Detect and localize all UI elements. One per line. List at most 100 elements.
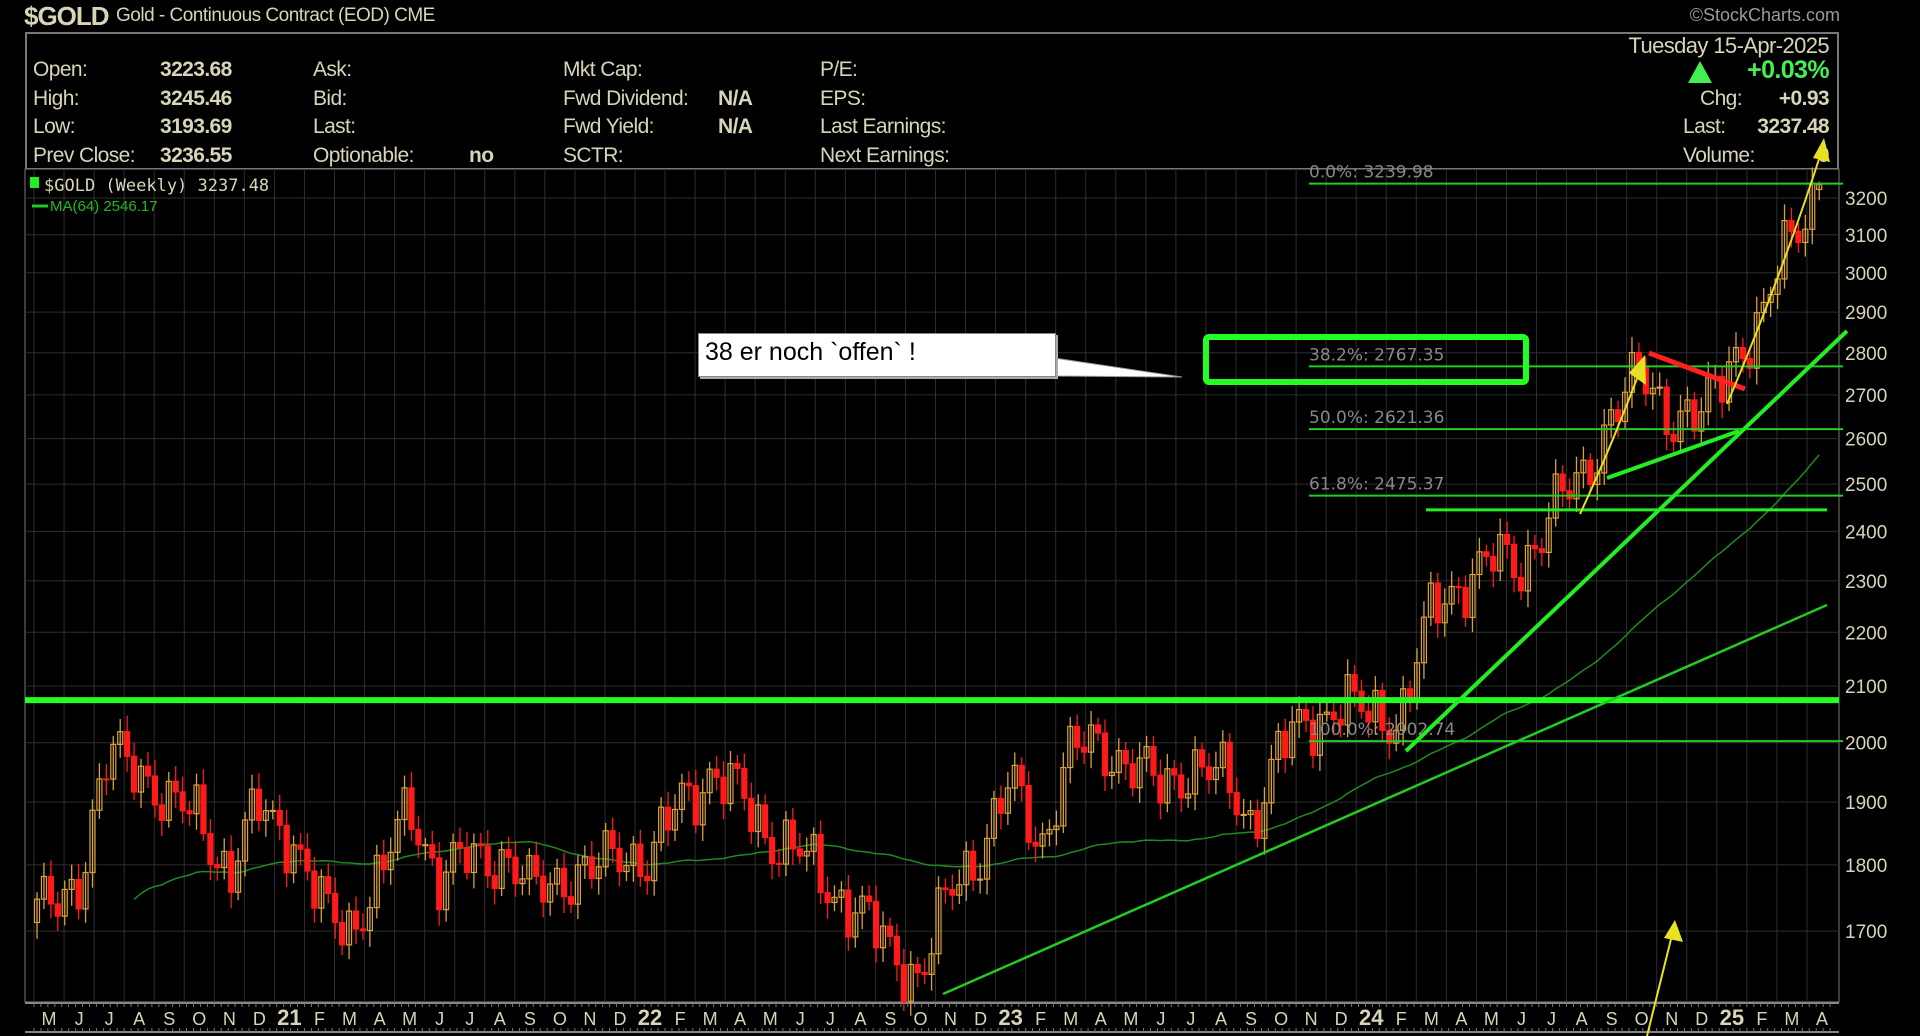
candle-down xyxy=(276,809,283,826)
candle-down xyxy=(720,776,727,805)
candle-down xyxy=(1122,750,1129,765)
candle-down xyxy=(1504,533,1511,545)
candle-down xyxy=(54,903,61,917)
candle-down xyxy=(1282,730,1289,759)
candle-down xyxy=(505,849,512,858)
x-tick-label: F xyxy=(1756,1009,1767,1029)
fib-label: 50.0%: 2621.36 xyxy=(1309,408,1444,428)
x-tick-label: A xyxy=(133,1009,145,1029)
candle-down xyxy=(339,921,346,946)
candle-down xyxy=(103,778,110,781)
candle-down xyxy=(158,804,165,821)
candle-down xyxy=(1517,576,1525,592)
candle-down xyxy=(200,784,207,835)
candle-down xyxy=(1538,548,1545,553)
candle-down xyxy=(228,850,235,893)
x-tick-label: S xyxy=(524,1009,536,1029)
candle-down xyxy=(1171,768,1178,776)
candle-down xyxy=(325,876,332,895)
candle-down xyxy=(415,828,422,846)
x-tick-label: S xyxy=(1245,1009,1257,1029)
candle-down xyxy=(1455,585,1462,589)
x-tick-label: D xyxy=(1335,1009,1348,1029)
candle-down xyxy=(768,836,776,865)
candle-down xyxy=(1330,711,1337,721)
candle-down xyxy=(207,833,214,866)
x-tick-label: 23 xyxy=(998,1005,1022,1030)
candle-down xyxy=(1351,674,1358,692)
x-tick-label: J xyxy=(1547,1009,1556,1029)
candle-down xyxy=(1157,774,1164,804)
x-tick-label: O xyxy=(913,1009,927,1029)
candle-down xyxy=(567,896,575,905)
candle-down xyxy=(1490,555,1497,572)
candle-down xyxy=(1129,763,1136,789)
candle-down xyxy=(713,768,720,778)
candle-down xyxy=(1032,841,1039,847)
candle-down xyxy=(540,875,547,903)
x-tick-label: N xyxy=(944,1009,957,1029)
candle-down xyxy=(1150,746,1157,776)
x-tick-label: M xyxy=(1123,1009,1138,1029)
candle-down xyxy=(1094,724,1102,734)
x-tick-label: J xyxy=(465,1009,474,1029)
candle-down xyxy=(456,842,464,849)
x-tick-label: S xyxy=(884,1009,896,1029)
x-tick-label: M xyxy=(1424,1009,1439,1029)
x-tick-label: 22 xyxy=(638,1005,662,1030)
x-tick-label: A xyxy=(374,1009,386,1029)
candle-down xyxy=(741,767,748,799)
candle-down xyxy=(214,863,221,869)
y-tick-label: 2600 xyxy=(1845,430,1887,451)
y-tick-label: 1800 xyxy=(1845,856,1887,877)
candle-down xyxy=(824,891,831,904)
candle-down xyxy=(664,806,672,831)
candle-up xyxy=(1656,386,1663,389)
x-tick-label: A xyxy=(1215,1009,1227,1029)
candle-down xyxy=(886,925,894,938)
candle-down xyxy=(124,731,131,757)
candle-down xyxy=(255,788,263,821)
fib-label: 0.0%: 3239.98 xyxy=(1309,163,1434,183)
x-tick-label: M xyxy=(342,1009,357,1029)
x-tick-label: M xyxy=(1063,1009,1078,1029)
candle-down xyxy=(436,857,443,911)
y-tick-label: 2500 xyxy=(1845,475,1887,496)
candle-down xyxy=(47,875,54,905)
x-tick-label: 25 xyxy=(1720,1005,1744,1030)
candle-down xyxy=(1226,741,1233,794)
candle-down xyxy=(144,765,152,777)
x-tick-label: N xyxy=(1665,1009,1678,1029)
x-tick-label: J xyxy=(826,1009,835,1029)
candle-down xyxy=(872,900,880,949)
candle-down xyxy=(1691,399,1698,432)
candle-down xyxy=(491,875,498,890)
candle-down xyxy=(817,833,824,894)
candle-down xyxy=(970,850,977,881)
candle-down xyxy=(477,843,484,847)
candle-down xyxy=(692,785,699,826)
candle-down xyxy=(866,895,873,902)
y-tick-label: 2200 xyxy=(1845,623,1887,644)
arrow-head-icon xyxy=(1813,138,1830,162)
x-tick-label: N xyxy=(583,1009,596,1029)
candle-down xyxy=(609,830,616,850)
candle-down xyxy=(283,824,290,874)
x-tick-label: M xyxy=(1784,1009,1799,1029)
candle-down xyxy=(762,804,769,839)
candle-down xyxy=(179,791,186,812)
x-tick-label: O xyxy=(1274,1009,1288,1029)
x-tick-label: N xyxy=(1305,1009,1318,1029)
candle-up xyxy=(422,844,429,847)
x-tick-label: M xyxy=(703,1009,718,1029)
x-tick-label: D xyxy=(253,1009,266,1029)
candle-down xyxy=(1531,544,1538,550)
x-tick-label: J xyxy=(75,1009,84,1029)
x-tick-label: F xyxy=(1035,1009,1046,1029)
y-tick-label: 2100 xyxy=(1845,677,1887,698)
x-tick-label: A xyxy=(1816,1009,1828,1029)
x-tick-label: O xyxy=(553,1009,567,1029)
price-chart: 1700 1800 1900 2000 2100 2200 2300 2400 2500 2600… xyxy=(24,138,1887,1036)
legend-price: $GOLD (Weekly) 3237.48 xyxy=(44,176,269,196)
x-tick-label: O xyxy=(1635,1009,1649,1029)
